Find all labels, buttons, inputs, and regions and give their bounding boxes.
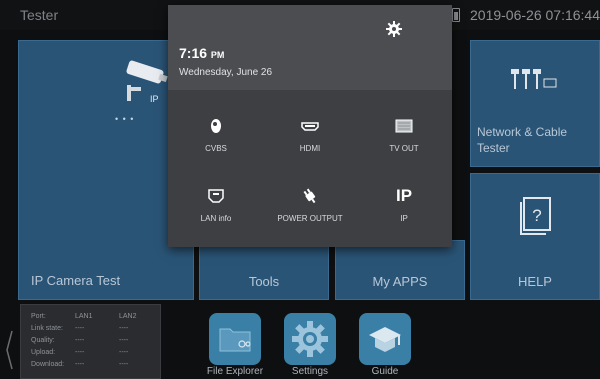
network-label-line2: Tester: [477, 141, 510, 155]
clock-date: Wednesday, June 26: [179, 67, 273, 78]
settings-label: Settings: [291, 366, 329, 377]
clock-time: 7:16 PM: [179, 45, 225, 61]
lan-icon: [208, 189, 224, 203]
svg-text:?: ?: [532, 206, 541, 225]
qs-cvbs[interactable]: CVBS: [171, 115, 261, 153]
qs-power-output[interactable]: POWER OUTPUT: [265, 185, 355, 223]
hdmi-icon: [301, 121, 319, 131]
file-explorer-label: File Explorer: [206, 366, 264, 377]
network-label-line1: Network & Cable: [477, 125, 568, 139]
folder-icon: [219, 328, 251, 352]
network-cable-icon: [511, 69, 557, 89]
file-explorer-button[interactable]: [209, 313, 261, 365]
help-book-icon: ?: [520, 197, 551, 235]
quick-settings-panel: 7:16 PM Wednesday, June 26 CVBS HDMI TV …: [168, 5, 452, 247]
help-tile[interactable]: ? HELP: [470, 173, 600, 300]
help-label: HELP: [518, 274, 552, 289]
qs-hdmi[interactable]: HDMI: [265, 115, 355, 153]
ip-camera-test-label: IP Camera Test: [31, 273, 121, 288]
battery-icon: [452, 8, 460, 22]
power-plug-icon: [303, 188, 316, 204]
qs-lan-info[interactable]: LAN info: [171, 185, 261, 223]
settings-gear-icon[interactable]: [386, 21, 402, 37]
port-status-panel: Port: LAN1 LAN2 Link state: ---- ---- Qu…: [20, 304, 161, 379]
qs-ip[interactable]: IP IP: [359, 185, 449, 223]
guide-label: Guide: [371, 366, 399, 377]
my-apps-label: My APPS: [372, 274, 428, 289]
gear-icon: [292, 321, 328, 357]
app-title: Tester: [20, 7, 59, 23]
guide-button[interactable]: [359, 313, 411, 365]
qs-tv-out[interactable]: TV OUT: [359, 115, 449, 153]
settings-button[interactable]: [284, 313, 336, 365]
graduation-cap-icon: [369, 327, 401, 352]
tools-label: Tools: [248, 274, 280, 289]
tv-out-icon: [395, 119, 413, 133]
ip-tag: IP: [150, 94, 159, 104]
more-dots: • • •: [115, 114, 135, 124]
status-datetime: 2019-06-26 07:16:44: [470, 7, 600, 23]
tester-home-screen: Tester 2019-06-26 07:16:44 IP • • • IP C…: [0, 0, 600, 379]
quick-settings-header: 7:16 PM Wednesday, June 26: [168, 5, 452, 90]
my-apps-tile[interactable]: My APPS: [335, 240, 465, 300]
left-arrow-icon[interactable]: [5, 330, 13, 370]
network-cable-tester-tile[interactable]: Network & Cable Tester: [470, 40, 600, 167]
tools-tile[interactable]: Tools: [199, 240, 329, 300]
cvbs-camera-icon: [211, 119, 221, 133]
ip-text-icon: IP: [395, 186, 413, 205]
